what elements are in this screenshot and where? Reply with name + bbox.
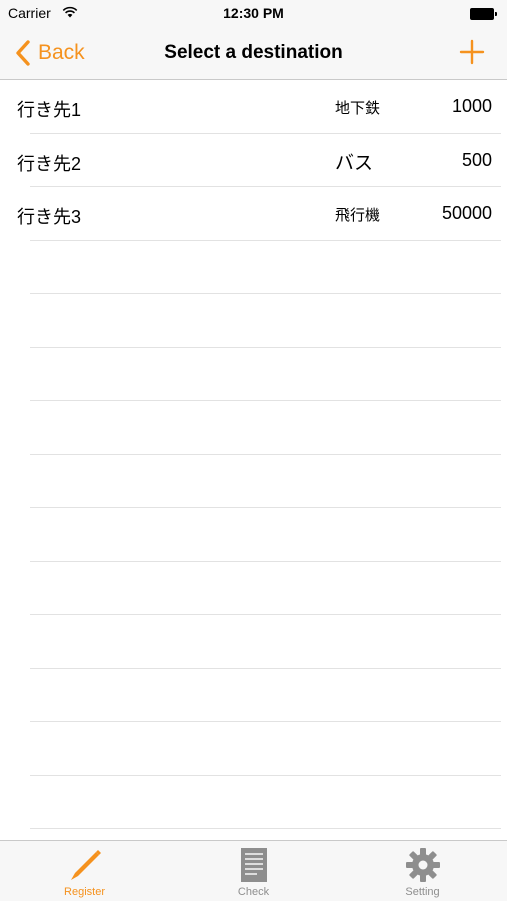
destination-list: 行き先1 地下鉄 1000 行き先2 バス 500 行き先3 飛行機 50000	[0, 80, 507, 829]
empty-row	[0, 508, 507, 562]
empty-row	[0, 562, 507, 615]
destination-row[interactable]: 行き先1 地下鉄 1000	[0, 80, 507, 134]
transport-mode: 地下鉄	[335, 100, 381, 117]
empty-row	[0, 401, 507, 455]
tab-bar: Register Check Setting	[0, 840, 507, 901]
tab-check[interactable]: Check	[169, 841, 338, 901]
page-title: Select a destination	[164, 42, 343, 63]
tab-setting-label: Setting	[405, 886, 440, 898]
transport-mode: バス	[335, 152, 374, 174]
clock: 12:30 PM	[223, 5, 284, 21]
gear-icon	[405, 848, 440, 882]
empty-row	[0, 294, 507, 348]
status-bar: Carrier 12:30 PM	[0, 0, 507, 28]
battery-icon	[470, 8, 498, 20]
destination-row[interactable]: 行き先2 バス 500	[0, 134, 507, 187]
destination-name: 行き先1	[17, 100, 82, 120]
empty-row	[0, 669, 507, 722]
navigation-bar: Back Select a destination	[0, 28, 507, 80]
empty-row	[0, 348, 507, 401]
empty-row	[0, 241, 507, 294]
pencil-icon	[70, 850, 101, 880]
destination-name: 行き先3	[17, 207, 82, 227]
tab-check-label: Check	[237, 886, 270, 898]
empty-row	[0, 722, 507, 776]
empty-row	[0, 776, 507, 829]
destination-price: 1000	[451, 96, 492, 116]
tab-setting[interactable]: Setting	[338, 841, 507, 901]
empty-row	[0, 455, 507, 508]
empty-row	[0, 615, 507, 669]
document-icon	[240, 848, 267, 882]
transport-mode: 飛行機	[335, 207, 381, 224]
destination-name: 行き先2	[17, 153, 82, 174]
add-icon[interactable]	[459, 39, 485, 65]
tab-register[interactable]: Register	[0, 841, 169, 901]
tab-register-label: Register	[64, 886, 105, 898]
destination-price: 50000	[441, 203, 492, 223]
destination-price: 500	[461, 149, 492, 170]
destination-row[interactable]: 行き先3 飛行機 50000	[0, 187, 507, 241]
row-separator	[30, 828, 501, 829]
